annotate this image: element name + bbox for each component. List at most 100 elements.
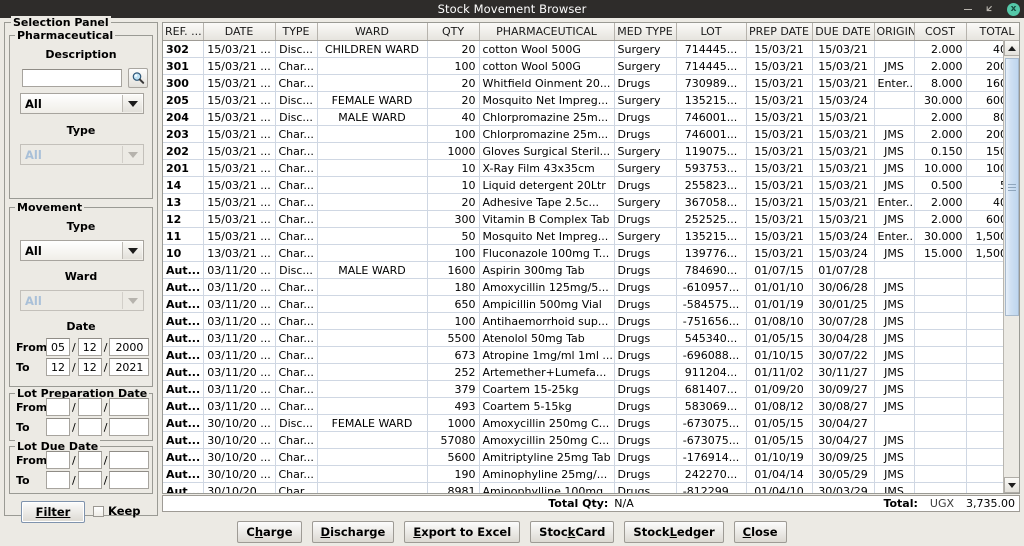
table-row[interactable]: Aut...03/11/20 ...Disc...MALE WARD1600As…	[163, 262, 1020, 279]
table-cell[interactable]: 30/04/28	[812, 330, 874, 347]
table-row[interactable]: Aut...30/10/20 ...Disc...FEMALE WARD1000…	[163, 415, 1020, 432]
table-cell[interactable]	[874, 415, 914, 432]
table-cell[interactable]: Disc...	[275, 92, 317, 109]
table-cell[interactable]: 15/03/21	[746, 92, 812, 109]
table-cell[interactable]: Char...	[275, 228, 317, 245]
table-cell[interactable]: 15/03/21	[746, 126, 812, 143]
table-cell[interactable]: 30/03/29	[812, 483, 874, 495]
table-cell[interactable]: 01/10/15	[746, 347, 812, 364]
table-header-cell[interactable]: LOT	[676, 23, 746, 41]
table-row[interactable]: Aut...03/11/20 ...Char...180Amoxycillin …	[163, 279, 1020, 296]
table-cell[interactable]: 03/11/20 ...	[203, 313, 275, 330]
movement-from-year-input[interactable]	[109, 338, 149, 356]
table-row[interactable]: Aut...30/10/20 ...Char...8981Aminophylli…	[163, 483, 1020, 495]
table-cell[interactable]: 15/03/21	[746, 143, 812, 160]
table-cell[interactable]: 15/03/21 ...	[203, 92, 275, 109]
table-cell[interactable]: 746001...	[676, 126, 746, 143]
table-cell[interactable]: Char...	[275, 364, 317, 381]
table-cell[interactable]: 15/03/21 ...	[203, 211, 275, 228]
table-cell[interactable]: Chlorpromazine 25m...	[479, 109, 614, 126]
table-cell[interactable]: Char...	[275, 313, 317, 330]
table-cell[interactable]	[914, 483, 966, 495]
table-cell[interactable]: 681407...	[676, 381, 746, 398]
table-cell[interactable]: Drugs	[614, 296, 676, 313]
table-row[interactable]: Aut...03/11/20 ...Char...252Artemether+L…	[163, 364, 1020, 381]
table-cell[interactable]: 1000	[427, 415, 479, 432]
table-cell[interactable]	[914, 398, 966, 415]
table-vertical-scrollbar[interactable]	[1003, 40, 1019, 493]
table-cell[interactable]: Char...	[275, 347, 317, 364]
table-cell[interactable]: -673075...	[676, 415, 746, 432]
table-cell[interactable]: Aut...	[163, 466, 203, 483]
table-cell[interactable]: Surgery	[614, 41, 676, 58]
table-cell[interactable]: Aminophyline 25mg/...	[479, 466, 614, 483]
table-cell[interactable]: 15/03/21	[746, 75, 812, 92]
table-cell[interactable]: 15/03/21	[746, 245, 812, 262]
table-row[interactable]: 1115/03/21 ...Char...50Mosquito Net Impr…	[163, 228, 1020, 245]
table-row[interactable]: Aut...03/11/20 ...Char...379Coartem 15-2…	[163, 381, 1020, 398]
table-cell[interactable]: Surgery	[614, 194, 676, 211]
table-cell[interactable]: 11	[163, 228, 203, 245]
table-row[interactable]: 20415/03/21 ...Disc...MALE WARD40Chlorpr…	[163, 109, 1020, 126]
table-cell[interactable]	[914, 432, 966, 449]
table-header-cell[interactable]: MED TYPE	[614, 23, 676, 41]
table-cell[interactable]: 139776...	[676, 245, 746, 262]
table-cell[interactable]: 201	[163, 160, 203, 177]
table-cell[interactable]: 1600	[427, 262, 479, 279]
table-cell[interactable]: Char...	[275, 211, 317, 228]
table-cell[interactable]: 252525...	[676, 211, 746, 228]
table-cell[interactable]: 100	[427, 126, 479, 143]
table-cell[interactable]: 03/11/20 ...	[203, 398, 275, 415]
table-cell[interactable]: Char...	[275, 381, 317, 398]
lotdue-to-year-input[interactable]	[109, 471, 149, 489]
table-cell[interactable]: Char...	[275, 432, 317, 449]
table-row[interactable]: 30015/03/21 ...Char...20Whitfield Oinmen…	[163, 75, 1020, 92]
table-header-cell[interactable]: DUE DATE	[812, 23, 874, 41]
table-cell[interactable]: Aut...	[163, 347, 203, 364]
table-cell[interactable]: Drugs	[614, 483, 676, 495]
table-cell[interactable]: 01/08/12	[746, 398, 812, 415]
table-cell[interactable]	[914, 313, 966, 330]
table-cell[interactable]: 15/03/21	[812, 160, 874, 177]
table-cell[interactable]: Coartem 15-25kg	[479, 381, 614, 398]
table-cell[interactable]: -610957...	[676, 279, 746, 296]
table-cell[interactable]: 204	[163, 109, 203, 126]
table-cell[interactable]: Char...	[275, 449, 317, 466]
table-cell[interactable]: JMS	[874, 313, 914, 330]
table-cell[interactable]: -751656...	[676, 313, 746, 330]
lotprep-from-year-input[interactable]	[109, 398, 149, 416]
table-cell[interactable]	[914, 262, 966, 279]
table-row[interactable]: 1013/03/21 ...Char...100Fluconazole 100m…	[163, 245, 1020, 262]
table-cell[interactable]	[317, 398, 427, 415]
table-header-cell[interactable]: REF. ...	[163, 23, 203, 41]
table-cell[interactable]: Coartem 5-15kg	[479, 398, 614, 415]
table-cell[interactable]: Aut...	[163, 330, 203, 347]
table-cell[interactable]	[317, 194, 427, 211]
table-cell[interactable]: Aut...	[163, 432, 203, 449]
keep-checkbox[interactable]: Keep	[93, 504, 141, 518]
table-cell[interactable]: Aminophylline 100mg...	[479, 483, 614, 495]
table-cell[interactable]: 673	[427, 347, 479, 364]
table-header-cell[interactable]: TOTAL	[966, 23, 1020, 41]
table-row[interactable]: 20315/03/21 ...Char...100Chlorpromazine …	[163, 126, 1020, 143]
table-cell[interactable]: JMS	[874, 364, 914, 381]
table-cell[interactable]: 5600	[427, 449, 479, 466]
table-cell[interactable]: 15/03/21	[746, 228, 812, 245]
table-cell[interactable]: Amitriptyline 25mg Tab	[479, 449, 614, 466]
table-cell[interactable]: Enter...	[874, 194, 914, 211]
table-cell[interactable]: 30/04/27	[812, 432, 874, 449]
table-cell[interactable]: CHILDREN WARD	[317, 41, 427, 58]
lotprep-from-month-input[interactable]	[78, 398, 102, 416]
table-cell[interactable]: Char...	[275, 58, 317, 75]
table-cell[interactable]: Disc...	[275, 41, 317, 58]
table-cell[interactable]: Aut...	[163, 262, 203, 279]
table-cell[interactable]: Surgery	[614, 92, 676, 109]
table-cell[interactable]: 15/03/21	[812, 177, 874, 194]
table-cell[interactable]: 30/09/25	[812, 449, 874, 466]
movement-type-dropdown[interactable]: All	[20, 240, 144, 261]
table-cell[interactable]: 20	[427, 92, 479, 109]
table-cell[interactable]: 30/11/27	[812, 364, 874, 381]
table-cell[interactable]: Vitamin B Complex Tab	[479, 211, 614, 228]
table-cell[interactable]: Char...	[275, 466, 317, 483]
table-cell[interactable]: Mosquito Net Impreg...	[479, 92, 614, 109]
